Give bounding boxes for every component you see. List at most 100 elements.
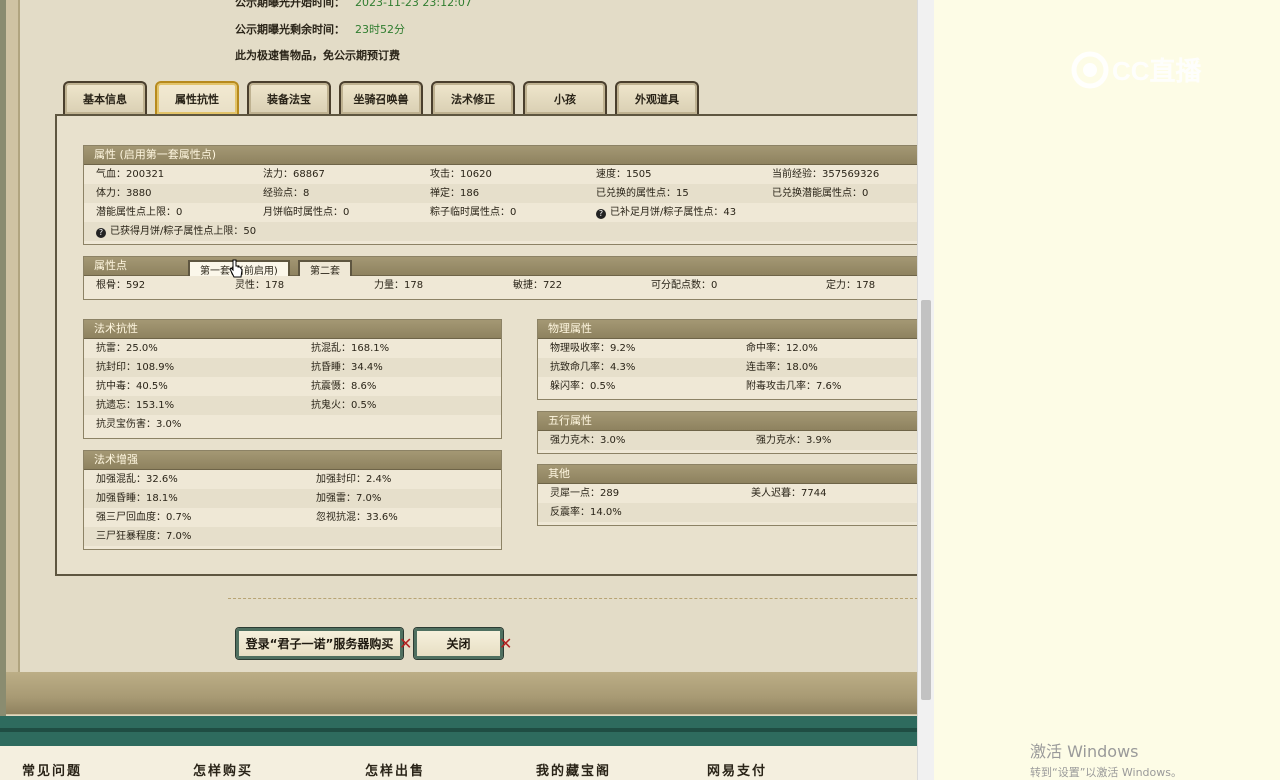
attr-cell: ? 已获得月饼/粽子属性点上限：50 [96,222,256,241]
scrollbar[interactable] [917,0,934,780]
magic-resist-box: 法术抗性 抗雷：25.0% 抗混乱：168.1% 抗封印：108.9% 抗昏睡：34… [83,319,502,439]
footer-links: 常见问题 怎样购买 怎样出售 我的藏宝阁 网易支付 [0,746,917,780]
resist-cell: 抗鬼火：0.5% [311,400,377,411]
table-row: 根骨：592 灵性：178 力量：178 敏捷：722 可分配点数：0 定力：1… [84,276,917,295]
boost-cell: 加强封印：2.4% [316,474,392,485]
close-button[interactable]: 关闭 [414,628,503,659]
attributes-title: 属性 (启用第一套属性点) [84,146,917,165]
footer-band [0,716,917,746]
points-cell: 定力：178 [826,280,876,291]
table-row: 抗致命几率：4.3% 连击率：18.0% [538,358,917,377]
footer-link-netease-pay[interactable]: 网易支付 [707,760,767,779]
footer-link-my-treasure[interactable]: 我的藏宝阁 [536,760,611,779]
boost-cell: 加强昏睡：18.1% [96,493,178,504]
cc-live-logo: CC直播 [1071,51,1203,89]
table-row: 三尸狂暴程度：7.0% [84,527,501,546]
resist-cell: 抗混乱：168.1% [311,343,390,354]
tab-basic-info[interactable]: 基本信息 [63,81,147,114]
exposure-remaining-label: 公示期曝光剩余时间： [235,23,345,36]
attr-cell: 经验点：8 [263,188,310,199]
buy-on-server-button[interactable]: 登录“君子一诺”服务器购买 [236,628,403,659]
attr-cell: 法力：68867 [263,169,325,180]
attr-cell: 已兑换潜能属性点：0 [772,188,869,199]
table-row: 抗遗忘：153.1% 抗鬼火：0.5% [84,396,501,415]
attributes-rows: 气血：200321 法力：68867 攻击：10620 速度：1505 当前经验… [84,165,917,241]
tab-label: 属性抗性 [175,92,219,106]
activation-subtitle: 转到“设置”以激活 Windows。 [1030,766,1182,779]
tab-appearance[interactable]: 外观道具 [615,81,699,114]
windows-activation-watermark: 激活 Windows 转到“设置”以激活 Windows。 [1030,738,1182,780]
exposure-remaining-value: 23时52分 [355,23,405,36]
tab-label: 小孩 [554,92,576,106]
magic-boost-title: 法术增强 [84,451,501,470]
points-cell: 可分配点数：0 [651,280,718,291]
boost-cell: 强三尸回血度：0.7% [96,512,192,523]
divider [228,598,917,599]
tab-attributes-resistance[interactable]: 属性抗性 [155,81,239,114]
other-cell: 灵犀一点：289 [550,488,620,499]
attr-cell: 月饼临时属性点：0 [263,207,350,218]
table-row: 抗灵宝伤害：3.0% [84,415,501,434]
attr-cell: 已兑换的属性点：15 [596,188,689,199]
question-icon[interactable]: ? [596,209,606,219]
buy-button-label: 登录“君子一诺”服务器购买 [245,637,394,651]
table-row: 体力：3880 经验点：8 禅定：186 已兑换的属性点：15 已兑换潜能属性点… [84,184,917,203]
table-row: 加强混乱：32.6% 加强封印：2.4% [84,470,501,489]
footer-link-faq[interactable]: 常见问题 [22,760,82,779]
physical-cell: 命中率：12.0% [746,343,818,354]
table-row: 灵犀一点：289 美人迟暮：7744 [538,484,917,503]
scroll-thumb[interactable] [921,300,931,700]
table-row: 反震率：14.0% [538,503,917,522]
element-cell: 强力克木：3.0% [550,435,626,446]
buy-x-icon: ✕ [399,634,413,653]
table-row: 抗中毒：40.5% 抗震慑：8.6% [84,377,501,396]
points-cell: 力量：178 [374,280,424,291]
resist-cell: 抗封印：108.9% [96,362,175,373]
boost-cell: 加强雷：7.0% [316,493,382,504]
attr-cell: 攻击：10620 [430,169,492,180]
attr-cell: 禅定：186 [430,188,480,199]
physical-cell: 附毒攻击几率：7.6% [746,381,842,392]
table-row: 强三尸回血度：0.7% 忽视抗混：33.6% [84,508,501,527]
other-cell: 美人迟暮：7744 [751,488,827,499]
table-row: 加强昏睡：18.1% 加强雷：7.0% [84,489,501,508]
question-icon[interactable]: ? [96,228,106,238]
footer-link-how-to-buy[interactable]: 怎样购买 [193,760,253,779]
five-elements-title: 五行属性 [538,412,917,431]
resist-cell: 抗震慑：8.6% [311,381,377,392]
tab-child[interactable]: 小孩 [523,81,607,114]
table-row: ? 已获得月饼/粽子属性点上限：50 [84,222,917,241]
other-box: 其他 灵犀一点：289 美人迟暮：7744 反震率：14.0% [537,464,917,526]
close-button-label: 关闭 [446,637,471,651]
attr-cell: 潜能属性点上限：0 [96,207,183,218]
resist-cell: 抗中毒：40.5% [96,381,168,392]
tab-equipment[interactable]: 装备法宝 [247,81,331,114]
exposure-remaining-line: 公示期曝光剩余时间： 23时52分 [235,21,405,37]
physical-cell: 躲闪率：0.5% [550,381,616,392]
tab-mounts-pets[interactable]: 坐骑召唤兽 [339,81,423,114]
physical-title: 物理属性 [538,320,917,339]
tab-label: 装备法宝 [267,92,311,106]
tab-spell-correction[interactable]: 法术修正 [431,81,515,114]
tab-label: 外观道具 [635,92,679,106]
footer-link-how-to-sell[interactable]: 怎样出售 [365,760,425,779]
boost-cell: 忽视抗混：33.6% [316,512,398,523]
attr-cell: 体力：3880 [96,188,152,199]
physical-rows: 物理吸收率：9.2% 命中率：12.0% 抗致命几率：4.3% 连击率：18.0% … [538,339,917,396]
attr-cell: ? 已补足月饼/粽子属性点：43 [596,203,736,222]
attr-cell: 当前经验：357569326 [772,169,880,180]
points-cell: 根骨：592 [96,280,146,291]
attr-cell: 气血：200321 [96,169,165,180]
physical-cell: 物理吸收率：9.2% [550,343,636,354]
table-row: 物理吸收率：9.2% 命中率：12.0% [538,339,917,358]
exposure-start-label: 公示期曝光开始时间： [235,0,345,9]
logo-text: CC直播 [1112,56,1203,86]
footer-stripe [0,728,917,732]
magic-boost-box: 法术增强 加强混乱：32.6% 加强封印：2.4% 加强昏睡：18.1% 加强雷：7… [83,450,502,550]
frame-bottom-decoration [6,672,917,714]
hand-cursor-icon [229,259,243,278]
tab-label: 基本信息 [83,92,127,106]
magic-resist-title: 法术抗性 [84,320,501,339]
attr-cell: 粽子临时属性点：0 [430,207,517,218]
attribute-points-title: 属性点 [94,259,127,272]
